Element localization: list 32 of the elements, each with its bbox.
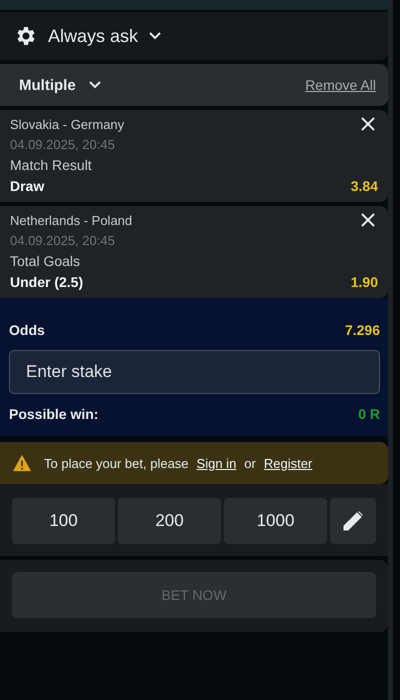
match-datetime: 04.09.2025, 20:45 bbox=[10, 233, 116, 248]
market-name: Total Goals bbox=[10, 253, 82, 269]
quick-stake-button[interactable]: 200 bbox=[118, 498, 221, 544]
notice-text: To place your bet, please bbox=[44, 456, 189, 470]
match-name: Netherlands - Poland bbox=[10, 212, 132, 228]
quick-stake-button[interactable]: 1000 bbox=[224, 498, 327, 544]
selection-pick: Under (2.5) bbox=[10, 274, 84, 290]
chevron-down-icon bbox=[148, 31, 162, 41]
match-datetime: 04.09.2025, 20:45 bbox=[10, 137, 116, 152]
stake-input[interactable]: Enter stake bbox=[9, 350, 380, 394]
possible-win-value: 0 R bbox=[358, 406, 380, 422]
close-button[interactable] bbox=[360, 116, 376, 132]
edit-button[interactable] bbox=[330, 498, 376, 544]
selection-odds: 3.84 bbox=[350, 178, 378, 194]
market-name: Match Result bbox=[10, 157, 93, 173]
sign-in-link[interactable]: Sign in bbox=[196, 456, 236, 470]
close-button[interactable] bbox=[360, 212, 376, 228]
register-link[interactable]: Register bbox=[264, 456, 312, 470]
odds-setting-dropdown[interactable]: Always ask bbox=[14, 24, 162, 48]
notice-text: or bbox=[244, 456, 256, 470]
remove-all-link[interactable]: Remove All bbox=[305, 77, 376, 93]
warning-icon bbox=[12, 454, 32, 472]
chevron-down-icon bbox=[88, 80, 102, 90]
selection-pick: Draw bbox=[10, 178, 44, 194]
selection-odds: 1.90 bbox=[350, 274, 378, 290]
possible-win-label: Possible win: bbox=[9, 406, 98, 422]
odds-label: Odds bbox=[9, 322, 45, 338]
bet-type-dropdown[interactable]: Multiple bbox=[19, 76, 102, 94]
quick-stake-button[interactable]: 100 bbox=[12, 498, 115, 544]
match-name: Slovakia - Germany bbox=[10, 116, 124, 132]
pencil-icon bbox=[341, 509, 365, 533]
total-odds: 7.296 bbox=[344, 322, 380, 338]
